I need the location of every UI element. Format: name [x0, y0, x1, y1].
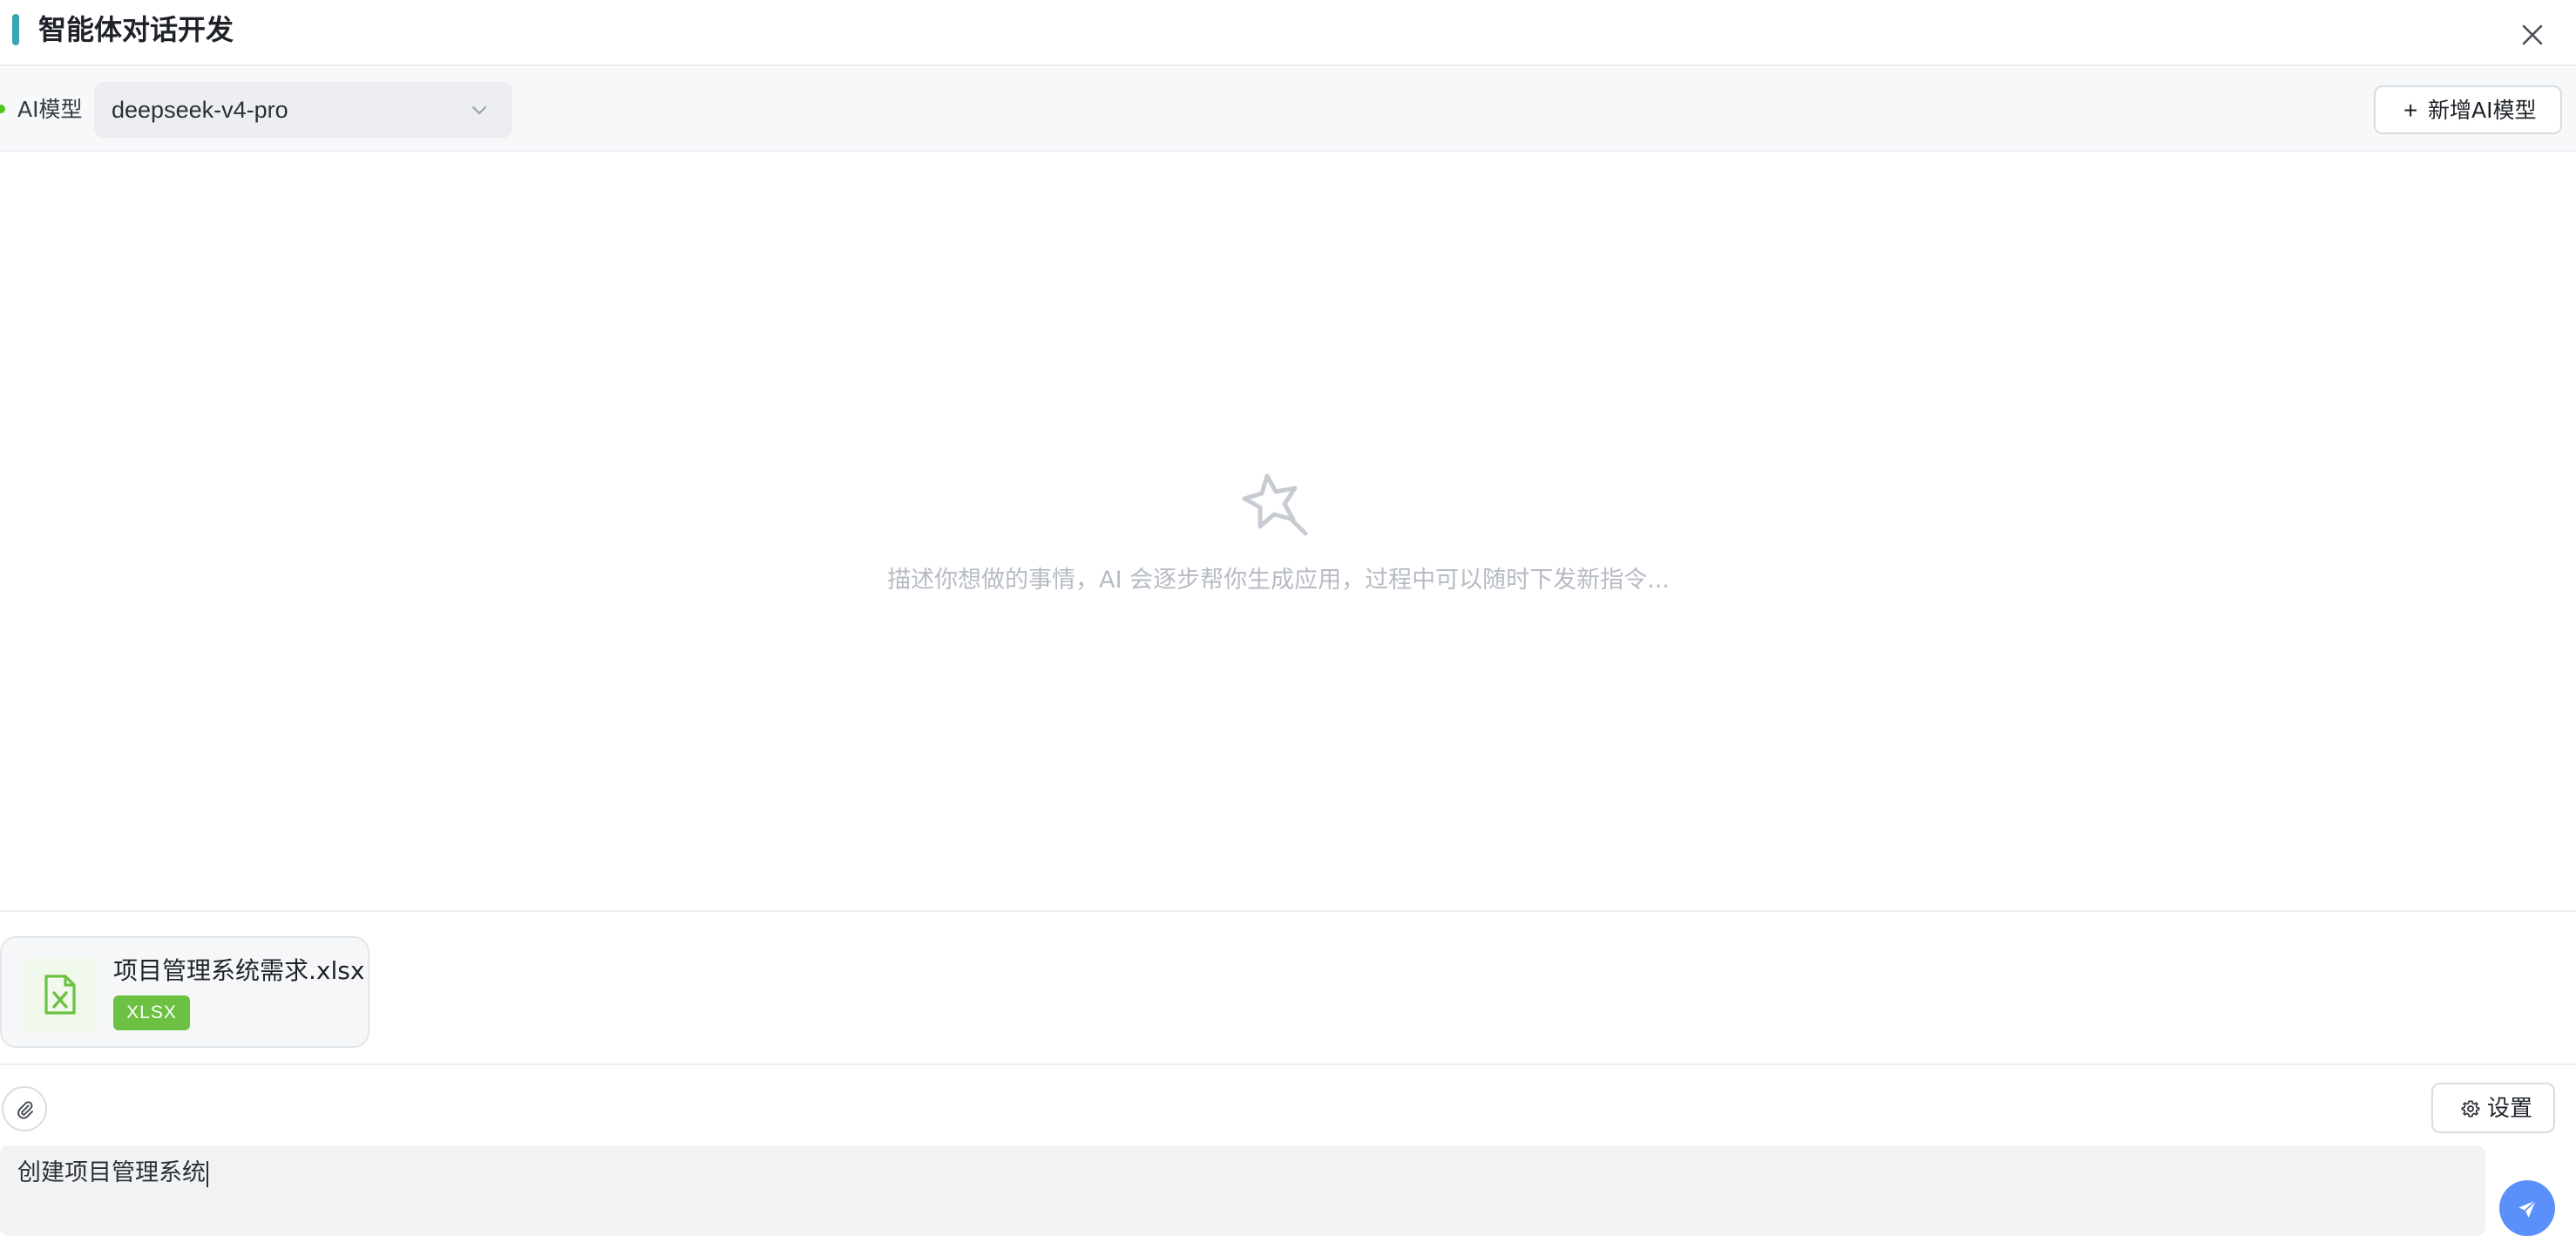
file-type-badge: XLSX: [113, 995, 190, 1030]
attach-file-button[interactable]: [2, 1086, 47, 1131]
attachment-card[interactable]: 项目管理系统需求.xlsx XLSX: [0, 936, 369, 1048]
send-button[interactable]: [2499, 1180, 2555, 1236]
chat-message-area: 描述你想做的事情，AI 会逐步帮你生成应用，过程中可以随时下发新指令...: [0, 153, 2576, 910]
paperclip-icon: [17, 1101, 33, 1119]
add-ai-model-label: 新增AI模型: [2428, 98, 2537, 123]
title-accent-bar: [12, 14, 19, 45]
add-ai-model-button[interactable]: + 新增AI模型: [2374, 85, 2562, 134]
close-button[interactable]: [2518, 21, 2546, 49]
model-label: AI模型: [17, 97, 83, 122]
dialog-header: 智能体对话开发: [0, 0, 2576, 66]
model-select[interactable]: deepseek-v4-pro: [94, 82, 512, 138]
send-icon: [2518, 1199, 2537, 1218]
settings-button[interactable]: 设置: [2431, 1083, 2555, 1133]
model-select-value: deepseek-v4-pro: [112, 97, 288, 123]
file-icon-container: [23, 957, 98, 1032]
text-caret: [207, 1160, 208, 1187]
empty-state-hint: 描述你想做的事情，AI 会逐步帮你生成应用，过程中可以随时下发新指令...: [887, 567, 1670, 594]
attachment-area: 项目管理系统需求.xlsx XLSX: [0, 910, 2576, 1065]
settings-label: 设置: [2487, 1096, 2533, 1122]
model-status-dot: [0, 105, 5, 113]
message-input-value: 创建项目管理系统: [17, 1159, 206, 1186]
model-toolbar: AI模型 deepseek-v4-pro + 新增AI模型: [0, 68, 2576, 152]
message-input[interactable]: 创建项目管理系统: [0, 1145, 2485, 1236]
dialog-title: 智能体对话开发: [38, 13, 234, 46]
close-icon: [2522, 24, 2543, 45]
excel-file-icon: [44, 975, 76, 1015]
gear-icon: [2461, 1100, 2480, 1118]
chevron-down-icon: [472, 106, 486, 114]
magic-wand-star-icon: [1242, 473, 1308, 536]
agent-dialog: 智能体对话开发 AI模型 deepseek-v4-pro + 新增AI模型 描述: [0, 0, 2576, 1250]
message-input-text: 创建项目管理系统: [17, 1156, 208, 1191]
attachment-file-name: 项目管理系统需求.xlsx: [113, 956, 365, 985]
plus-icon: +: [2403, 97, 2418, 124]
